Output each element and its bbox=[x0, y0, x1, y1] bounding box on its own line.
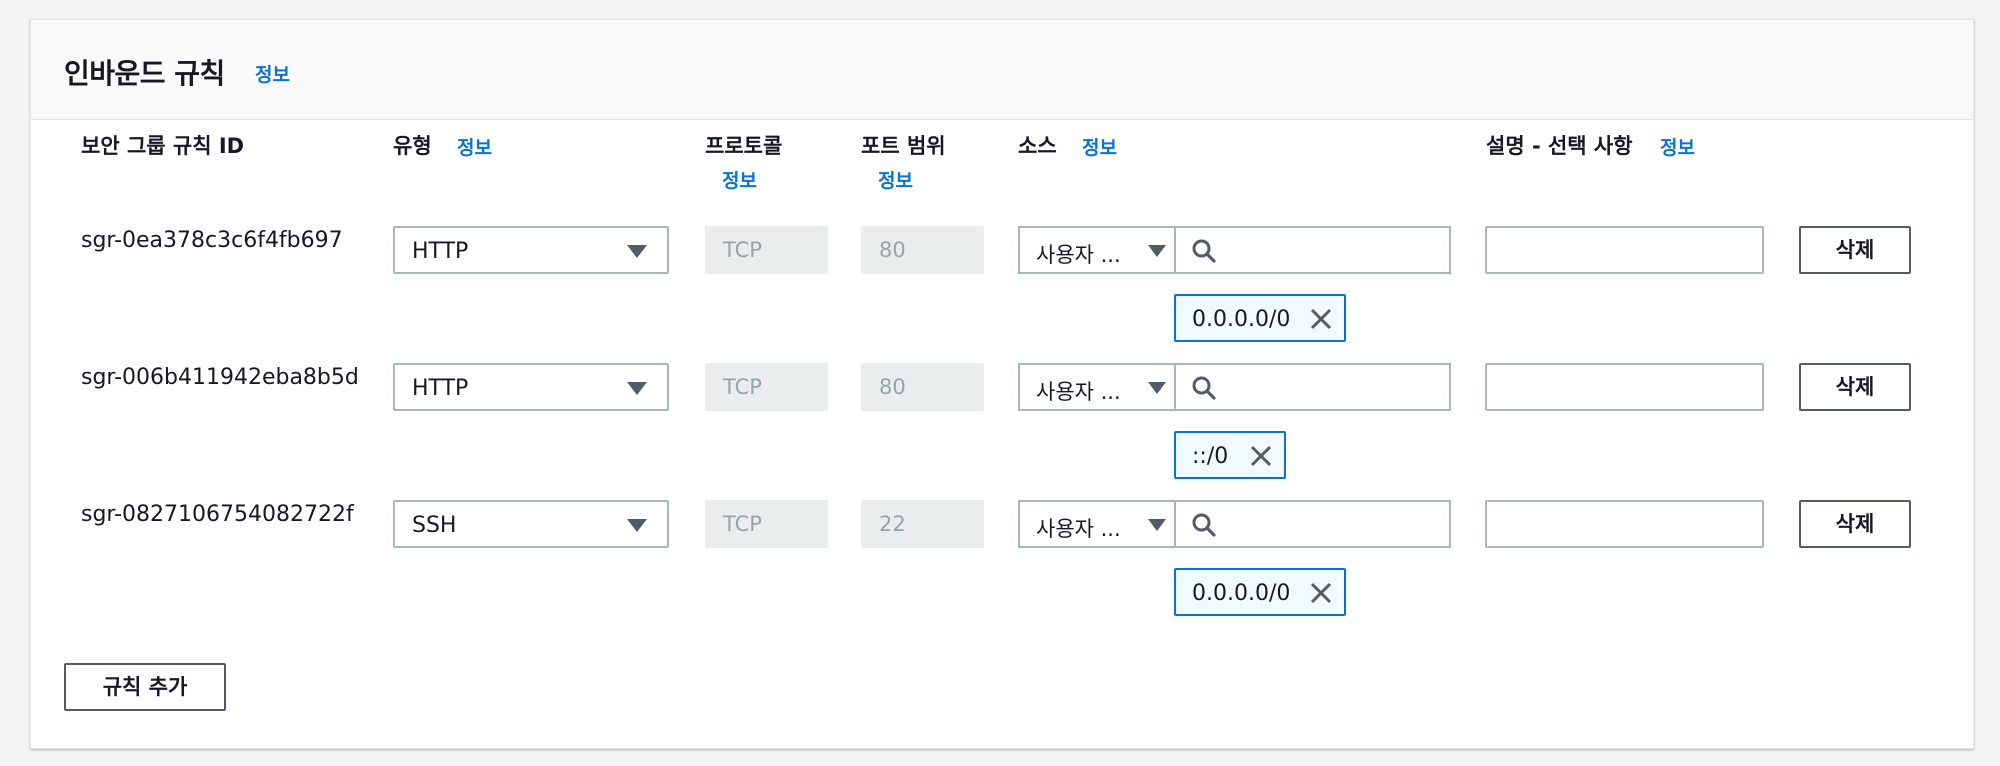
type-select-value: SSH bbox=[412, 513, 457, 538]
source-search-input[interactable] bbox=[1174, 226, 1451, 274]
source-type-select[interactable]: 사용자 ... bbox=[1018, 226, 1175, 274]
protocol-value: TCP bbox=[723, 238, 762, 262]
column-header-source: 소스 bbox=[1018, 134, 1057, 158]
column-header-description: 설명 - 선택 사항 bbox=[1486, 134, 1633, 158]
search-icon bbox=[1192, 239, 1216, 263]
panel-title: 인바운드 규칙 bbox=[64, 57, 225, 90]
source-token: ::/0 bbox=[1174, 431, 1286, 479]
close-icon[interactable] bbox=[1309, 307, 1333, 331]
search-icon bbox=[1192, 376, 1216, 400]
delete-button[interactable]: 삭제 bbox=[1799, 226, 1911, 274]
column-header-rule-id: 보안 그룹 규칙 ID bbox=[81, 134, 245, 158]
delete-button[interactable]: 삭제 bbox=[1799, 500, 1911, 548]
type-select[interactable]: HTTP bbox=[393, 363, 669, 411]
source-token: 0.0.0.0/0 bbox=[1174, 568, 1346, 616]
port-range-info-link[interactable]: 정보 bbox=[878, 166, 913, 193]
column-header-port-range: 포트 범위 bbox=[861, 134, 946, 158]
caret-down-icon bbox=[627, 245, 647, 258]
protocol-info-link[interactable]: 정보 bbox=[722, 166, 757, 193]
inbound-rules-panel: 인바운드 규칙 정보 보안 그룹 규칙 ID 유형 정보 프로토콜 정보 포트 … bbox=[30, 19, 1974, 749]
source-info-link[interactable]: 정보 bbox=[1082, 133, 1117, 160]
caret-down-icon bbox=[627, 519, 647, 532]
protocol-value: TCP bbox=[723, 375, 762, 399]
type-info-link[interactable]: 정보 bbox=[457, 133, 492, 160]
rule-id: sgr-0ea378c3c6f4fb697 bbox=[81, 228, 343, 253]
close-icon[interactable] bbox=[1249, 444, 1273, 468]
source-type-value: 사용자 ... bbox=[1036, 517, 1121, 541]
source-token: 0.0.0.0/0 bbox=[1174, 294, 1346, 342]
source-type-select[interactable]: 사용자 ... bbox=[1018, 363, 1175, 411]
protocol-field: TCP bbox=[705, 226, 828, 274]
type-select-value: HTTP bbox=[412, 376, 469, 401]
type-select-value: HTTP bbox=[412, 239, 469, 264]
search-icon bbox=[1192, 513, 1216, 537]
source-token-value: 0.0.0.0/0 bbox=[1192, 581, 1291, 606]
title-info-link[interactable]: 정보 bbox=[255, 60, 290, 87]
panel-header: 인바운드 규칙 정보 bbox=[31, 20, 1973, 120]
source-search-input[interactable] bbox=[1174, 363, 1451, 411]
rule-id: sgr-006b411942eba8b5d bbox=[81, 365, 359, 390]
source-token-value: ::/0 bbox=[1192, 444, 1229, 469]
caret-down-icon bbox=[1148, 519, 1166, 531]
source-type-value: 사용자 ... bbox=[1036, 380, 1121, 404]
protocol-field: TCP bbox=[705, 500, 828, 548]
port-range-field: 80 bbox=[861, 363, 984, 411]
source-search-input[interactable] bbox=[1174, 500, 1451, 548]
close-icon[interactable] bbox=[1309, 581, 1333, 605]
column-header-type: 유형 bbox=[393, 134, 432, 158]
protocol-value: TCP bbox=[723, 512, 762, 536]
source-type-value: 사용자 ... bbox=[1036, 243, 1121, 267]
type-select[interactable]: SSH bbox=[393, 500, 669, 548]
column-header-protocol: 프로토콜 bbox=[705, 134, 783, 158]
delete-button[interactable]: 삭제 bbox=[1799, 363, 1911, 411]
source-type-select[interactable]: 사용자 ... bbox=[1018, 500, 1175, 548]
source-token-value: 0.0.0.0/0 bbox=[1192, 307, 1291, 332]
port-range-field: 22 bbox=[861, 500, 984, 548]
port-range-field: 80 bbox=[861, 226, 984, 274]
description-info-link[interactable]: 정보 bbox=[1660, 133, 1695, 160]
caret-down-icon bbox=[1148, 382, 1166, 394]
add-rule-button[interactable]: 규칙 추가 bbox=[64, 663, 226, 711]
type-select[interactable]: HTTP bbox=[393, 226, 669, 274]
rule-id: sgr-0827106754082722f bbox=[81, 502, 354, 527]
port-range-value: 80 bbox=[879, 238, 906, 262]
port-range-value: 80 bbox=[879, 375, 906, 399]
protocol-field: TCP bbox=[705, 363, 828, 411]
description-input[interactable] bbox=[1485, 500, 1764, 548]
port-range-value: 22 bbox=[879, 512, 906, 536]
caret-down-icon bbox=[1148, 245, 1166, 257]
caret-down-icon bbox=[627, 382, 647, 395]
description-input[interactable] bbox=[1485, 226, 1764, 274]
description-input[interactable] bbox=[1485, 363, 1764, 411]
